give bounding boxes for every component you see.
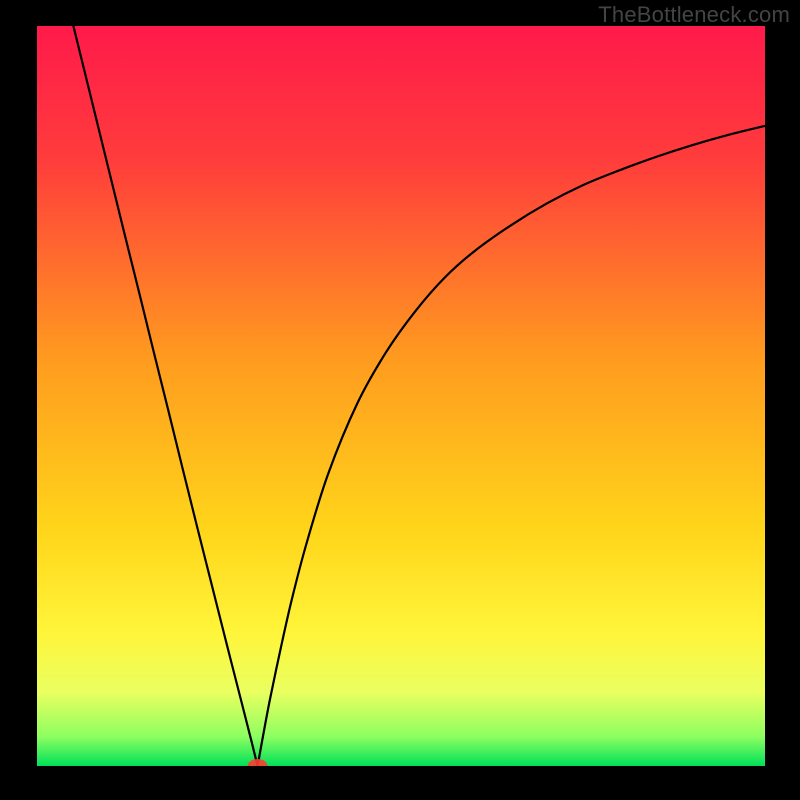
- plot-background: [37, 26, 765, 766]
- watermark-label: TheBottleneck.com: [598, 2, 790, 28]
- chart-frame: TheBottleneck.com: [0, 0, 800, 800]
- bottleneck-plot: [37, 26, 765, 766]
